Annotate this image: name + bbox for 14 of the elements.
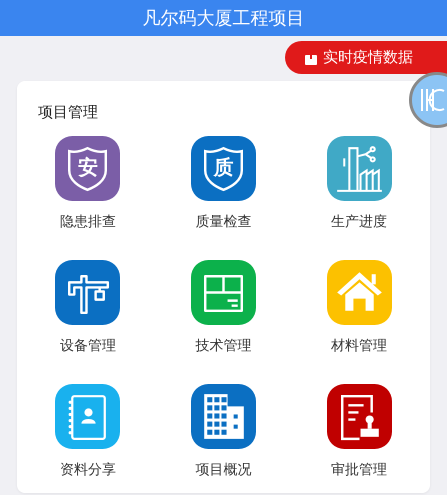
menu-item[interactable]: 资料分享 bbox=[20, 384, 156, 479]
app-title: 凡尔码大厦工程项目 bbox=[142, 7, 304, 30]
menu-item[interactable]: 材料管理 bbox=[291, 260, 427, 355]
menu-item[interactable]: 安 隐患排查 bbox=[20, 136, 156, 231]
menu-item[interactable]: 审批管理 bbox=[291, 384, 427, 479]
menu-item[interactable]: 设备管理 bbox=[20, 260, 156, 355]
app-tile-icon: 安 bbox=[55, 136, 120, 201]
section-title: 项目管理 bbox=[38, 103, 99, 122]
menu-item[interactable]: 技术管理 bbox=[156, 260, 292, 355]
menu-item[interactable]: 项目概况 bbox=[156, 384, 292, 479]
app-tile-icon: 质 bbox=[190, 136, 256, 201]
menu-item[interactable]: 质 质量检查 bbox=[156, 136, 292, 231]
epidemic-data-button[interactable]: 实时疫情数据 bbox=[285, 41, 447, 74]
menu-item[interactable]: 生产进度 bbox=[291, 136, 427, 231]
